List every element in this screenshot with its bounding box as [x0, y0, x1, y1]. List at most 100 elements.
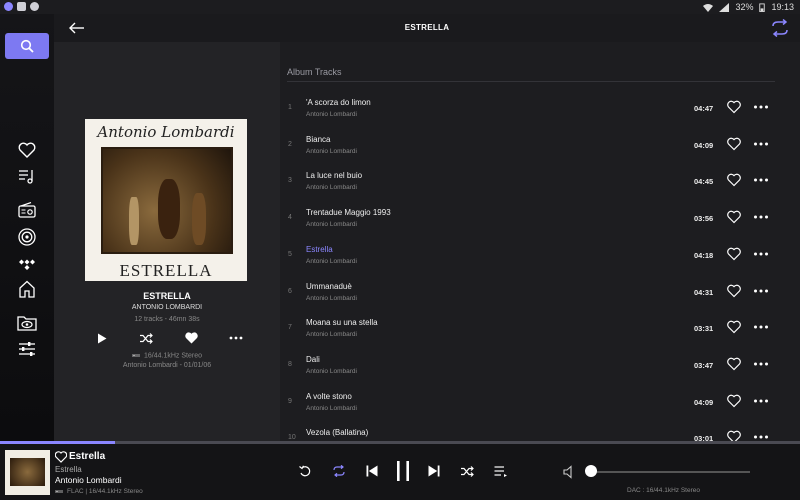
- heart-icon[interactable]: [55, 451, 67, 463]
- track-row[interactable]: 2 Bianca Antonio Lombardi 04:09: [280, 125, 800, 162]
- shuffle-button[interactable]: [459, 463, 475, 479]
- album-meta: 12 tracks - 46mn 38s: [134, 316, 200, 323]
- track-row[interactable]: 7 Moana su una stella Antonio Lombardi 03:3…: [280, 308, 800, 345]
- volume-slider[interactable]: [590, 471, 750, 473]
- track-row[interactable]: 3 La luce nel buio Antonio Lombardi 04:45: [280, 161, 800, 198]
- playlist-icon: [19, 170, 33, 184]
- sidebar-item-home[interactable]: [14, 278, 40, 300]
- heart-icon[interactable]: [727, 284, 741, 298]
- track-row[interactable]: 6 Ummanaduè Antonio Lombardi 04:31: [280, 272, 800, 309]
- status-bar: 32% 19:13: [0, 0, 800, 14]
- heart-icon[interactable]: [727, 247, 741, 261]
- radio-icon: [18, 202, 36, 218]
- track-number: 3: [288, 177, 292, 185]
- track-artist: Antonio Lombardi: [306, 331, 357, 339]
- heart-icon[interactable]: [727, 210, 741, 224]
- track-number: 4: [288, 214, 292, 222]
- now-playing-album: Estrella: [55, 465, 82, 474]
- heart-icon[interactable]: [727, 430, 741, 441]
- clock: 19:13: [771, 2, 794, 12]
- player-bar: Estrella Estrella Antonio Lombardi FLAC …: [0, 444, 800, 500]
- shuffle-icon: [460, 465, 474, 477]
- track-number: 8: [288, 360, 292, 368]
- sidebar-item-tidal[interactable]: [14, 254, 40, 276]
- more-dots-icon[interactable]: [753, 357, 769, 371]
- heart-icon[interactable]: [727, 100, 741, 114]
- skip-previous-icon: [366, 465, 378, 477]
- track-row[interactable]: 9 A volte stono Antonio Lombardi 04:09: [280, 382, 800, 419]
- track-row[interactable]: 4 Trentadue Maggio 1993 Antonio Lombardi 03…: [280, 198, 800, 235]
- top-bar: ESTRELLA: [54, 14, 800, 42]
- replay-icon: [298, 465, 310, 476]
- queue-button[interactable]: [493, 463, 509, 479]
- track-row[interactable]: 5 Estrella Antonio Lombardi 04:18: [280, 235, 800, 272]
- pause-icon: [397, 461, 409, 481]
- track-title: Dali: [306, 354, 320, 364]
- more-dots-icon[interactable]: [753, 210, 769, 224]
- track-title: Trentadue Maggio 1993: [306, 208, 391, 218]
- track-number: 7: [288, 324, 292, 332]
- settings-sliders-icon: [19, 342, 35, 356]
- cast-queue-icon[interactable]: [770, 19, 790, 37]
- track-artist: Antonio Lombardi: [306, 111, 357, 118]
- track-number: 9: [288, 397, 292, 405]
- track-title: Moana su una stella: [306, 318, 378, 328]
- battery-icon: [759, 2, 766, 12]
- tracks-panel: Album Tracks 1 'A scorza do limon Antonio …: [280, 42, 800, 441]
- sidebar-item-radio[interactable]: [14, 199, 40, 221]
- heart-icon[interactable]: [727, 357, 741, 371]
- heart-filled-icon: [185, 332, 198, 344]
- track-title: Ummanaduè: [306, 281, 352, 291]
- album-play-button[interactable]: [94, 330, 110, 346]
- more-dots-icon[interactable]: [753, 430, 769, 441]
- track-duration: 04:09: [694, 140, 714, 150]
- track-row[interactable]: 8 Dali Antonio Lombardi 03:47: [280, 345, 800, 382]
- page-title: ESTRELLA: [404, 23, 450, 32]
- track-row[interactable]: 10Vezola (Ballatina)Antonio Lombardi03:0…: [280, 418, 800, 441]
- sidebar-item-library[interactable]: [14, 312, 40, 334]
- album-artist[interactable]: ANTONIO LOMBARDI: [54, 304, 280, 311]
- heart-icon[interactable]: [727, 394, 741, 408]
- now-playing-cover[interactable]: [5, 450, 50, 495]
- more-dots-icon: [229, 336, 243, 340]
- next-button[interactable]: [426, 463, 442, 479]
- sidebar-item-settings[interactable]: [14, 338, 40, 360]
- more-dots-icon[interactable]: [753, 137, 769, 151]
- sidebar: [0, 14, 54, 441]
- queue-list-icon: [494, 466, 507, 477]
- heart-icon[interactable]: [727, 137, 741, 151]
- track-duration: 03:56: [694, 214, 714, 224]
- album-more-button[interactable]: [228, 330, 244, 346]
- heart-icon: [18, 142, 36, 158]
- previous-button[interactable]: [364, 463, 380, 479]
- more-dots-icon[interactable]: [753, 247, 769, 261]
- more-dots-icon[interactable]: [753, 320, 769, 334]
- more-dots-icon[interactable]: [753, 284, 769, 298]
- track-artist: Antonio Lombardi: [306, 367, 357, 375]
- album-favorite-button[interactable]: [183, 330, 199, 346]
- album-shuffle-button[interactable]: [139, 330, 155, 346]
- tidal-icon: [19, 259, 35, 270]
- more-dots-icon[interactable]: [753, 100, 769, 114]
- volume-icon[interactable]: [563, 465, 577, 479]
- volume-slider-handle[interactable]: [585, 465, 597, 477]
- sidebar-item-playlists[interactable]: [14, 165, 40, 187]
- track-row[interactable]: 1 'A scorza do limon Antonio Lombardi 04:47: [280, 88, 800, 125]
- now-playing-artist: Antonio Lombardi: [55, 475, 122, 485]
- notification-icons: [4, 2, 39, 11]
- replay-button[interactable]: [297, 463, 313, 479]
- hires-icon: [55, 490, 63, 493]
- heart-icon[interactable]: [727, 320, 741, 334]
- track-artist: Antonio Lombardi: [306, 147, 357, 155]
- heart-icon[interactable]: [727, 173, 741, 187]
- album-release: Antonio Lombardi - 01/01/06: [122, 362, 212, 369]
- more-dots-icon[interactable]: [753, 173, 769, 187]
- sidebar-item-podcasts[interactable]: [14, 226, 40, 248]
- sidebar-search-button[interactable]: [5, 33, 49, 59]
- repeat-button[interactable]: [331, 463, 347, 479]
- track-artist: Antonio Lombardi: [306, 221, 357, 229]
- now-playing-format: FLAC | 16/44.1kHz Stereo: [55, 488, 143, 495]
- more-dots-icon[interactable]: [753, 394, 769, 408]
- pause-button[interactable]: [393, 458, 413, 484]
- sidebar-item-favorites[interactable]: [14, 139, 40, 161]
